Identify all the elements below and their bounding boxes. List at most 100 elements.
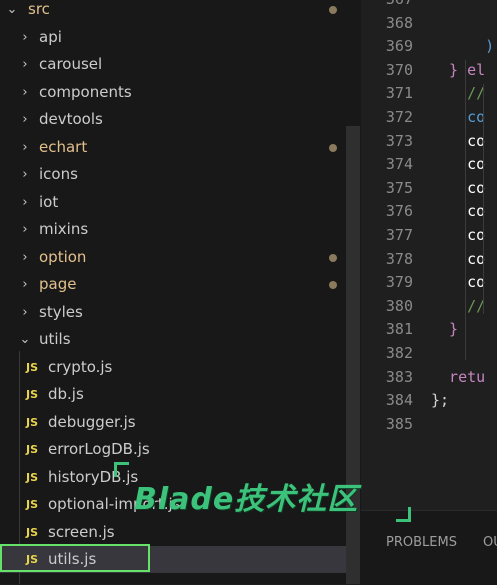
code-line: co [431, 108, 486, 126]
line-number: 374 [385, 155, 413, 174]
folder-icons[interactable]: › icons [0, 161, 346, 188]
modified-dot-icon [329, 253, 337, 262]
editor-indent-guide [465, 60, 466, 360]
folder-carousel[interactable]: › carousel [0, 51, 346, 78]
tree-item-label: icons [39, 165, 78, 183]
folder-src[interactable]: ⌄ src [0, 0, 346, 23]
selected-file-highlight-box [0, 544, 150, 572]
modified-dot-icon [329, 143, 337, 152]
folder-utils[interactable]: ⌄ utils [0, 326, 346, 353]
file-crypto-js[interactable]: JS crypto.js [0, 354, 346, 381]
folder-echart[interactable]: › echart [0, 134, 346, 161]
line-number: 385 [385, 414, 413, 433]
folder-page[interactable]: › page [0, 271, 346, 298]
tree-item-label: screen.js [48, 522, 115, 541]
watermark-bracket-right [396, 507, 411, 522]
javascript-file-icon: JS [26, 443, 39, 456]
tree-item-label: api [39, 27, 62, 46]
line-number: 383 [385, 367, 413, 386]
javascript-file-icon: JS [26, 525, 39, 539]
code-line: co [431, 273, 486, 292]
javascript-file-icon: JS [26, 415, 39, 429]
line-number: 371 [385, 84, 413, 103]
line-number: 370 [385, 60, 413, 79]
bottom-panel: PROBLEMS OU [361, 510, 497, 585]
file-screen-js[interactable]: JS screen.js [0, 519, 346, 546]
folder-devtools[interactable]: › devtools [0, 106, 346, 133]
watermark-text: Blade技术社区 [134, 482, 359, 517]
code-line: } el [431, 60, 486, 79]
folder-option[interactable]: › option [0, 244, 346, 271]
tree-item-label: crypto.js [48, 357, 113, 376]
tree-item-label: page [39, 275, 77, 293]
code-line: co [431, 249, 486, 268]
tree-item-label: errorLogDB.js [48, 440, 150, 458]
watermark-bracket-left [114, 462, 129, 477]
chevron-right-icon: › [22, 304, 28, 320]
chevron-right-icon: › [22, 222, 28, 237]
code-line: // [431, 296, 486, 315]
line-number: 382 [385, 344, 413, 362]
folder-api[interactable]: › api [0, 24, 346, 51]
chevron-right-icon: › [22, 139, 28, 155]
modified-dot-icon [329, 281, 337, 289]
code-line: co [431, 178, 486, 197]
code-line: ) [431, 37, 495, 56]
tree-item-label: carousel [39, 55, 103, 73]
javascript-file-icon: JS [26, 470, 39, 484]
chevron-right-icon: › [22, 112, 28, 127]
code-line: co [431, 202, 486, 221]
javascript-file-icon: JS [26, 388, 39, 401]
tree-item-label: echart [39, 137, 88, 156]
line-number: 375 [385, 178, 413, 197]
chevron-right-icon: › [22, 57, 28, 72]
file-db-js[interactable]: JS db.js [0, 381, 346, 408]
chevron-right-icon: › [22, 167, 28, 182]
folder-iot[interactable]: › iot [0, 189, 346, 216]
tree-item-label: components [39, 82, 132, 101]
chevron-right-icon: › [22, 277, 28, 292]
line-number: 381 [385, 320, 413, 339]
tree-item-label: mixins [39, 220, 89, 238]
folder-mixins[interactable]: › mixins [0, 216, 346, 243]
code-line: }; [431, 391, 450, 410]
editor-indent-guide [483, 84, 484, 314]
chevron-down-icon: ⌄ [6, 2, 18, 17]
javascript-file-icon: JS [26, 360, 39, 374]
line-number: 380 [385, 296, 413, 315]
tree-item-label: debugger.js [48, 412, 136, 431]
javascript-file-icon: JS [26, 498, 39, 511]
code-line: } [431, 320, 459, 339]
tree-item-label: option [39, 247, 87, 266]
code-line: // [431, 84, 486, 103]
line-number: 384 [385, 391, 413, 410]
line-number: 367 [361, 0, 413, 11]
tree-item-label: utils [39, 330, 71, 348]
code-line: co [431, 131, 486, 150]
chevron-right-icon: › [22, 249, 28, 265]
partially-visible-tree-item [18, 576, 48, 584]
tab-problems[interactable]: PROBLEMS [386, 535, 457, 550]
line-number: 369 [385, 37, 413, 56]
file-errorLogDB-js[interactable]: JS errorLogDB.js [0, 436, 346, 463]
folder-styles[interactable]: › styles [0, 299, 346, 326]
file-debugger-js[interactable]: JS debugger.js [0, 409, 346, 436]
chevron-right-icon: › [22, 84, 28, 100]
chevron-down-icon: ⌄ [19, 332, 31, 347]
code-editor[interactable]: 367 368 369 ) 370 } el 371 // 372 co 373 co 374… [361, 0, 497, 510]
line-number: 376 [385, 202, 413, 221]
tree-item-label: src [28, 0, 50, 18]
folder-components[interactable]: › components [0, 79, 346, 106]
line-number: 379 [385, 273, 413, 292]
tab-output[interactable]: OU [483, 535, 497, 550]
line-number: 378 [385, 249, 413, 268]
chevron-right-icon: › [22, 29, 28, 45]
code-line: co [431, 226, 486, 244]
tree-item-label: db.js [48, 385, 84, 403]
tree-item-label: styles [39, 302, 83, 321]
chevron-right-icon: › [22, 194, 28, 210]
tree-item-label: iot [39, 192, 59, 211]
line-number: 372 [385, 108, 413, 126]
code-line: co [431, 155, 486, 174]
modified-dot-icon [329, 6, 337, 14]
